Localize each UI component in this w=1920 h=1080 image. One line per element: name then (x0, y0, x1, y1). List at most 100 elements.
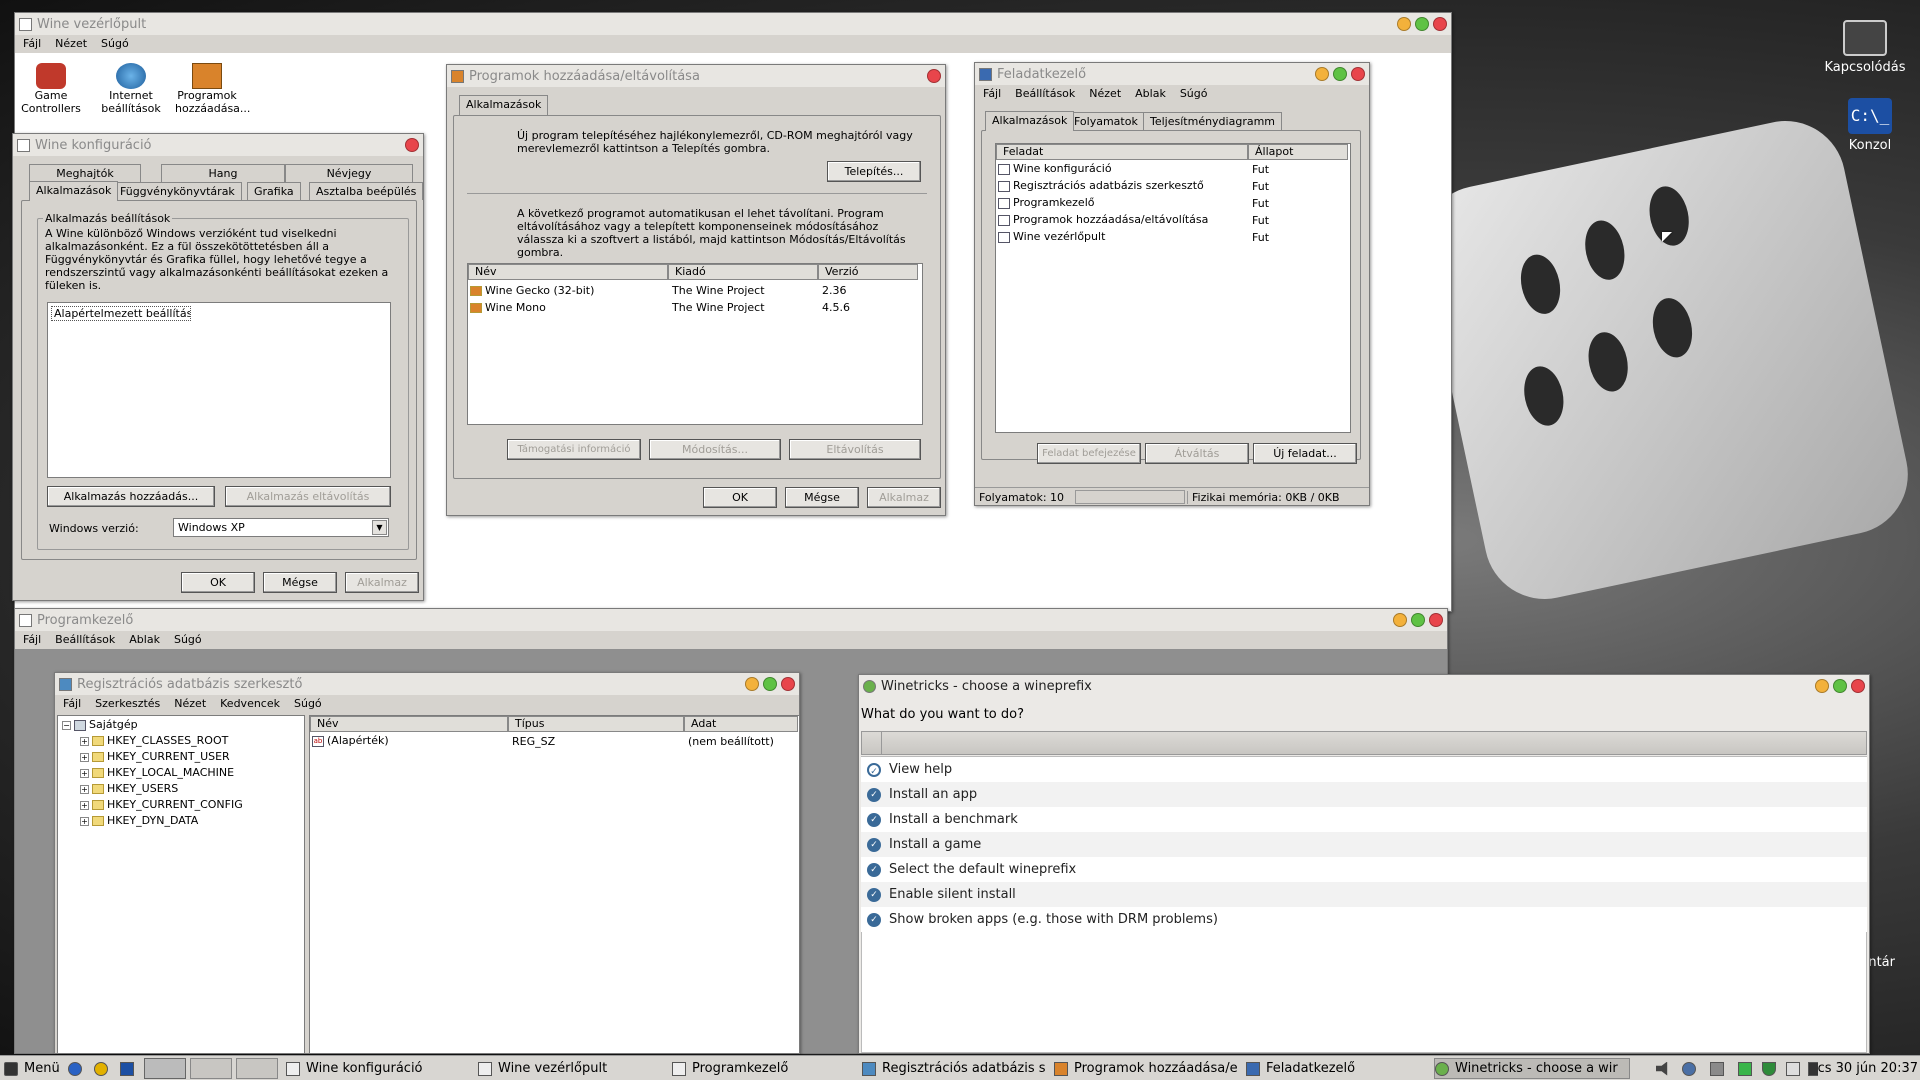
clock[interactable]: cs 30 jún 20:37 (1818, 1058, 1918, 1079)
menu-settings[interactable]: Beállítások (55, 633, 115, 647)
table-row[interactable]: Wine vezérlőpult (998, 230, 1105, 243)
column-header-name[interactable]: Név (310, 716, 508, 732)
tree-item[interactable]: + HKEY_USERS (80, 782, 178, 795)
option-install-app[interactable]: ✓ Install an app (861, 782, 1867, 807)
option-install-game[interactable]: ✓ Install a game (861, 832, 1867, 857)
quicklaunch-terminal[interactable] (120, 1058, 140, 1079)
menu-view[interactable]: Nézet (1089, 87, 1121, 101)
tray-battery[interactable] (1738, 1058, 1758, 1079)
modify-button[interactable]: Módosítás... (649, 439, 781, 460)
chevron-down-icon[interactable]: ▼ (372, 520, 387, 535)
regedit-titlebar[interactable]: Regisztrációs adatbázis szerkesztő (55, 673, 799, 695)
applet-game-controllers[interactable]: Game Controllers (21, 63, 81, 115)
quicklaunch-browser[interactable] (68, 1058, 88, 1079)
taskbar-item-control-panel[interactable]: Wine vezérlőpult (478, 1058, 664, 1079)
menu-help[interactable]: Súgó (101, 37, 129, 51)
menu-window[interactable]: Ablak (1135, 87, 1166, 101)
minimize-button[interactable] (1393, 613, 1407, 627)
taskbar-item-wine-config[interactable]: Wine konfiguráció (286, 1058, 472, 1079)
close-button[interactable] (1433, 17, 1447, 31)
applet-add-programs[interactable]: Programok hozzáadása... (175, 63, 250, 115)
menu-view[interactable]: Nézet (174, 697, 206, 711)
tab-applications[interactable]: Alkalmazások (985, 111, 1075, 131)
winetricks-titlebar[interactable]: Winetricks - choose a wineprefix (859, 675, 1869, 697)
tray-clipboard[interactable] (1786, 1058, 1806, 1079)
option-view-help[interactable]: ✓ View help (861, 757, 1867, 782)
tasks-list[interactable]: Feladat Állapot Wine konfiguráció Fut Re… (995, 143, 1351, 433)
tray-volume[interactable] (1656, 1058, 1676, 1079)
radio-icon[interactable]: ✓ (867, 912, 881, 927)
column-header-select[interactable] (862, 732, 882, 754)
tab-drives[interactable]: Meghajtók (29, 164, 141, 182)
column-header-publisher[interactable]: Kiadó (668, 264, 818, 280)
tree-item[interactable]: + HKEY_CURRENT_USER (80, 750, 230, 763)
switch-to-button[interactable]: Átváltás (1145, 443, 1249, 464)
apply-button[interactable]: Alkalmaz (345, 572, 419, 593)
tree-item[interactable]: + HKEY_CLASSES_ROOT (80, 734, 228, 747)
ok-button[interactable]: OK (181, 572, 255, 593)
control-panel-titlebar[interactable]: Wine vezérlőpult (15, 13, 1451, 35)
taskbar-item-winetricks[interactable]: Winetricks - choose a wir (1434, 1058, 1630, 1079)
tab-applications[interactable]: Alkalmazások (459, 95, 549, 115)
tab-desktop-integration[interactable]: Asztalba beépülés (309, 182, 423, 200)
close-button[interactable] (781, 677, 795, 691)
remove-application-button[interactable]: Alkalmazás eltávolítás (225, 486, 391, 507)
menu-window[interactable]: Ablak (129, 633, 160, 647)
minimize-button[interactable] (745, 677, 759, 691)
column-header-version[interactable]: Verzió (818, 264, 918, 280)
table-row[interactable]: Wine Gecko (32-bit) (470, 284, 594, 297)
taskbar-item-add-remove[interactable]: Programok hozzáadása/e (1054, 1058, 1246, 1079)
tab-applications[interactable]: Alkalmazások (29, 181, 119, 201)
option-silent-install[interactable]: ✓ Enable silent install (861, 882, 1867, 907)
tree-item[interactable]: + HKEY_CURRENT_CONFIG (80, 798, 243, 811)
option-show-broken-apps[interactable]: ✓ Show broken apps (e.g. those with DRM p… (861, 907, 1867, 932)
desktop-icon-console[interactable]: C:\_ Konzol (1815, 98, 1920, 153)
menu-help[interactable]: Súgó (174, 633, 202, 647)
column-header-status[interactable]: Állapot (1248, 144, 1348, 160)
tab-libraries[interactable]: Függvénykönyvtárak (113, 182, 242, 200)
applications-list[interactable]: Alapértelmezett beállítás (47, 302, 391, 478)
close-button[interactable] (927, 69, 941, 83)
apply-button[interactable]: Alkalmaz (867, 487, 941, 508)
maximize-button[interactable] (763, 677, 777, 691)
tree-item[interactable]: + HKEY_LOCAL_MACHINE (80, 766, 234, 779)
close-button[interactable] (1429, 613, 1443, 627)
program-manager-titlebar[interactable]: Programkezelő (15, 609, 1447, 631)
workspace-pager[interactable] (190, 1058, 232, 1079)
tab-processes[interactable]: Folyamatok (1067, 112, 1145, 130)
menu-favorites[interactable]: Kedvencek (220, 697, 280, 711)
windows-version-select[interactable]: Windows XP ▼ (173, 518, 389, 537)
menu-edit[interactable]: Szerkesztés (95, 697, 160, 711)
maximize-button[interactable] (1415, 17, 1429, 31)
new-task-button[interactable]: Új feladat... (1253, 443, 1357, 464)
registry-values[interactable]: Név Típus Adat ab (Alapérték) REG_SZ (nem… (309, 715, 799, 1053)
tray-drive[interactable] (1710, 1058, 1730, 1079)
column-header-task[interactable]: Feladat (996, 144, 1248, 160)
task-manager-titlebar[interactable]: Feladatkezelő (975, 63, 1369, 85)
options-header[interactable] (861, 731, 1867, 755)
minimize-button[interactable] (1815, 679, 1829, 693)
option-select-wineprefix[interactable]: ✓ Select the default wineprefix (861, 857, 1867, 882)
taskbar-item-regedit[interactable]: Regisztrációs adatbázis s (862, 1058, 1054, 1079)
desktop-icon-connect[interactable]: Kapcsolódás (1810, 20, 1920, 75)
add-application-button[interactable]: Alkalmazás hozzáadás... (47, 486, 215, 507)
tab-performance[interactable]: Teljesítménydiagramm (1143, 112, 1283, 130)
start-menu-button[interactable]: Menü (4, 1058, 60, 1079)
radio-icon[interactable]: ✓ (867, 887, 881, 902)
maximize-button[interactable] (1833, 679, 1847, 693)
menu-view[interactable]: Nézet (55, 37, 87, 51)
column-header-type[interactable]: Típus (508, 716, 684, 732)
tray-network[interactable] (1682, 1058, 1702, 1079)
tree-root[interactable]: − Sajátgép (62, 718, 138, 731)
end-task-button[interactable]: Feladat befejezése (1037, 443, 1141, 464)
maximize-button[interactable] (1333, 67, 1347, 81)
column-header-data[interactable]: Adat (684, 716, 798, 732)
tree-item[interactable]: + HKEY_DYN_DATA (80, 814, 198, 827)
taskbar-item-task-manager[interactable]: Feladatkezelő (1246, 1058, 1432, 1079)
workspace-pager[interactable] (144, 1058, 186, 1079)
table-row[interactable]: Wine konfiguráció (998, 162, 1112, 175)
close-button[interactable] (405, 138, 419, 152)
menu-file[interactable]: Fájl (983, 87, 1001, 101)
menu-settings[interactable]: Beállítások (1015, 87, 1075, 101)
menu-file[interactable]: Fájl (23, 37, 41, 51)
